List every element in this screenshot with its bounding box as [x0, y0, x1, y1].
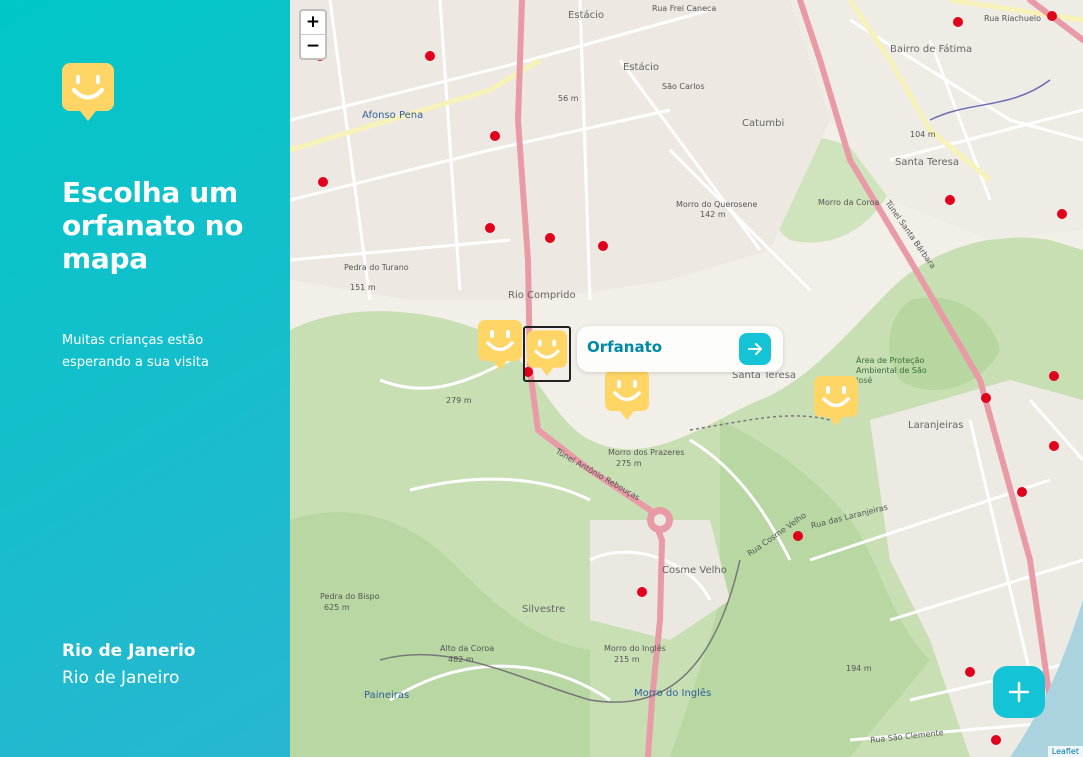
map-label: 275 m	[616, 459, 642, 468]
plus-icon	[1008, 681, 1030, 703]
map-label: Estácio	[568, 10, 604, 21]
map-label: Pedra do Bispo	[320, 592, 380, 601]
zoom-in-button[interactable]: +	[301, 11, 325, 34]
map-label: São Carlos	[662, 82, 705, 91]
map-label: 194 m	[846, 664, 872, 673]
orphanage-marker[interactable]	[478, 320, 522, 372]
orphanage-popup: Orfanato	[577, 326, 783, 372]
map-label: Bairro de Fátima	[890, 44, 973, 55]
map-label: Pedra do Turano	[344, 263, 409, 272]
map-label: 215 m	[614, 655, 640, 664]
page-subtitle: Muitas crianças estão esperando a sua vi…	[62, 333, 209, 370]
map-label: Morro dos Prazeres	[608, 448, 685, 457]
map-label: Morro do Querosene	[676, 200, 758, 209]
orphanage-marker-selected[interactable]	[523, 326, 571, 382]
zoom-control: + −	[299, 9, 327, 60]
popup-orphanage-name: Orfanato	[587, 338, 663, 356]
map-label: Santa Teresa	[895, 157, 959, 168]
location-footer: Rio de Janerio Rio de Janeiro	[62, 638, 195, 692]
happy-face-pin-icon	[527, 330, 567, 376]
orphanage-marker[interactable]	[605, 370, 649, 422]
sidebar: Escolha um orfanato no mapa Muitas crian…	[0, 0, 290, 757]
map-label: 104 m	[910, 130, 936, 139]
map-label: 279 m	[446, 396, 472, 405]
map-label: Rua Riachuelo	[984, 14, 1041, 23]
happy-face-pin-icon	[62, 63, 114, 121]
map-label: Morro da Coroa	[818, 198, 880, 207]
map-label: Estácio	[623, 62, 659, 73]
map[interactable]: Estácio Estácio São Carlos Catumbi Bairr…	[290, 0, 1083, 757]
map-label: Rio Comprido	[508, 290, 576, 301]
map-label: Catumbi	[742, 118, 785, 129]
map-label: 151 m	[350, 283, 376, 292]
location-city: Rio de Janeiro	[62, 668, 180, 688]
open-orphanage-button[interactable]	[739, 333, 771, 365]
map-label: Alto da Coroa	[440, 644, 495, 653]
map-label: Afonso Pena	[362, 110, 424, 121]
map-label: Morro do Inglês	[634, 688, 712, 699]
map-label: Silvestre	[522, 604, 566, 615]
map-attribution-link[interactable]: Leaflet	[1047, 746, 1083, 757]
arrow-right-icon	[748, 343, 762, 355]
map-label: 625 m	[324, 603, 350, 612]
map-label: 142 m	[700, 210, 726, 219]
map-label: Paineiras	[364, 690, 410, 701]
location-state: Rio de Janerio	[62, 641, 196, 661]
map-label: Morro do Inglês	[604, 644, 666, 653]
map-label: Área de Proteção Ambiental de São José	[856, 356, 927, 385]
map-label: Laranjeiras	[908, 420, 964, 431]
map-label: 56 m	[558, 94, 579, 103]
zoom-out-button[interactable]: −	[301, 34, 325, 58]
orphanage-marker[interactable]	[814, 376, 858, 428]
map-label: Rua Frei Caneca	[652, 4, 717, 13]
map-label: Cosme Velho	[662, 565, 727, 576]
map-label: 482 m	[448, 655, 474, 664]
page-title: Escolha um orfanato no mapa	[62, 176, 244, 275]
create-orphanage-button[interactable]	[993, 666, 1045, 718]
